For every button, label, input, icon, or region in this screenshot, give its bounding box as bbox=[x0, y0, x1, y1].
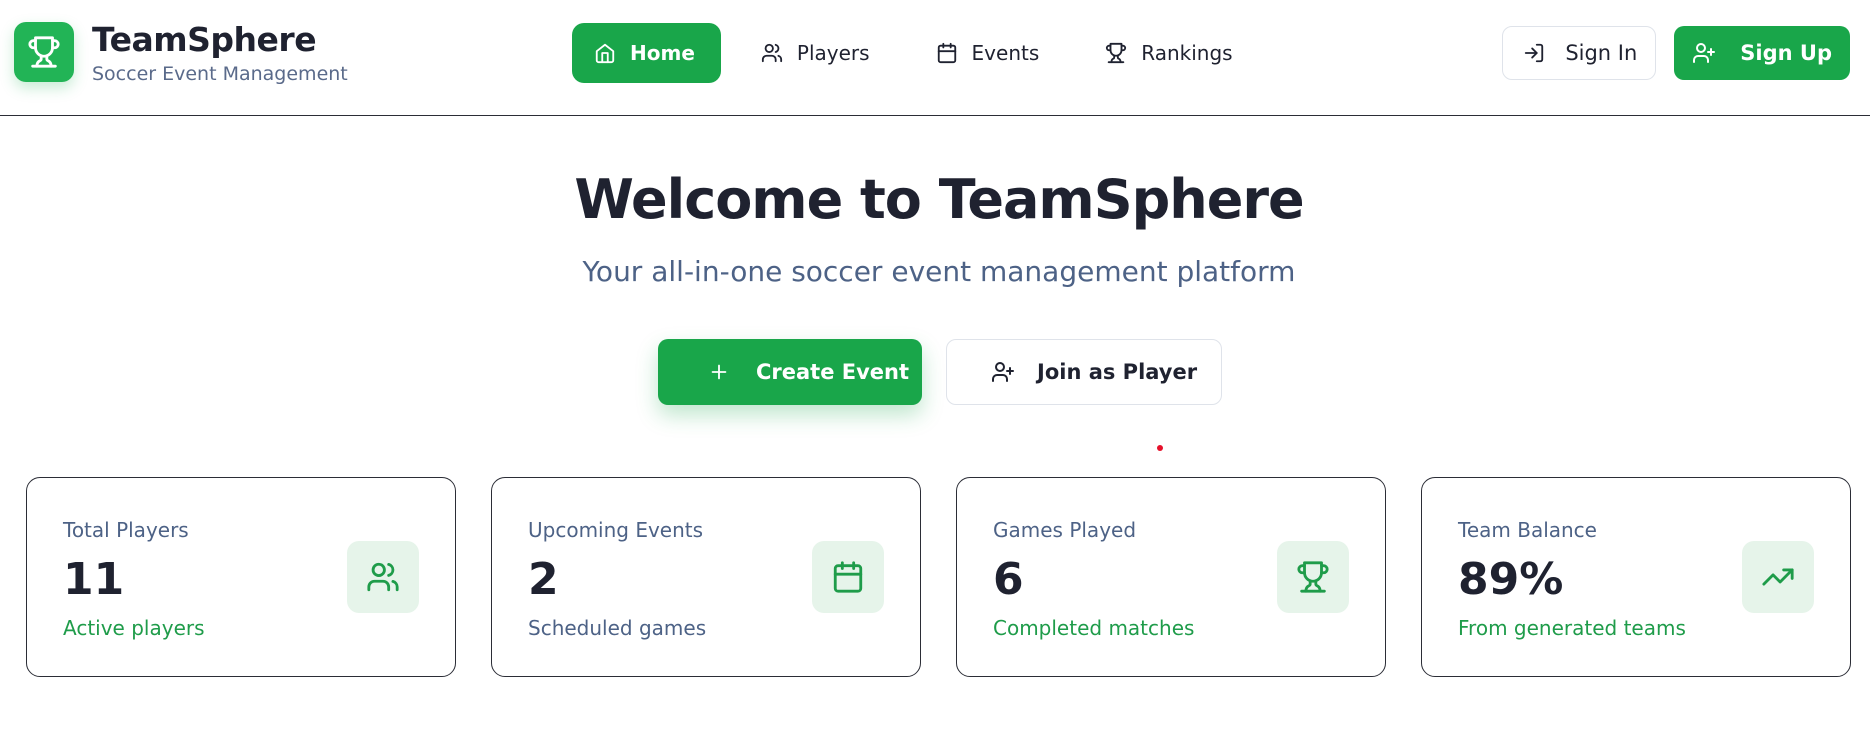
users-icon bbox=[347, 541, 419, 613]
create-event-label: Create Event bbox=[756, 360, 910, 384]
stat-label: Upcoming Events bbox=[528, 518, 704, 542]
users-icon bbox=[761, 43, 782, 63]
nav-item-home[interactable]: Home bbox=[572, 23, 721, 83]
join-as-player-button[interactable]: Join as Player bbox=[946, 339, 1222, 405]
stat-label: Team Balance bbox=[1458, 518, 1597, 542]
trophy-icon bbox=[1106, 42, 1127, 64]
stat-note: Scheduled games bbox=[528, 616, 707, 640]
nav-item-players[interactable]: Players bbox=[739, 23, 896, 83]
sign-in-button[interactable]: Sign In bbox=[1502, 26, 1657, 80]
user-plus-icon bbox=[1693, 43, 1716, 63]
plus-icon bbox=[711, 364, 727, 380]
log-in-icon bbox=[1525, 43, 1544, 63]
stat-card-team-balance: Team Balance 89% From generated teams bbox=[1421, 477, 1851, 677]
nav-item-label: Home bbox=[630, 41, 695, 65]
stat-value: 89% bbox=[1458, 554, 1564, 605]
calendar-icon bbox=[812, 541, 884, 613]
stat-label: Games Played bbox=[993, 518, 1137, 542]
join-as-player-label: Join as Player bbox=[1037, 360, 1198, 384]
page-subtitle: Your all-in-one soccer event management … bbox=[582, 255, 1296, 288]
stat-value: 6 bbox=[993, 554, 1024, 605]
calendar-icon bbox=[937, 42, 956, 64]
nav-item-label: Players bbox=[796, 41, 870, 65]
stat-label: Total Players bbox=[63, 518, 189, 542]
cursor-dot bbox=[1157, 445, 1163, 451]
stat-card-total-players: Total Players 11 Active players bbox=[26, 477, 456, 677]
stat-note: Active players bbox=[63, 616, 205, 640]
home-icon bbox=[595, 43, 615, 64]
main-nav: Home Players Events Rankings bbox=[572, 23, 1277, 83]
stat-value: 2 bbox=[528, 554, 559, 605]
trophy-icon bbox=[1277, 541, 1349, 613]
nav-item-label: Rankings bbox=[1141, 41, 1233, 65]
page-title: Welcome to TeamSphere bbox=[574, 168, 1304, 231]
user-plus-icon bbox=[992, 362, 1014, 382]
nav-item-label: Events bbox=[971, 41, 1040, 65]
nav-item-events[interactable]: Events bbox=[914, 23, 1066, 83]
brand-tagline: Soccer Event Management bbox=[92, 63, 348, 85]
trending-up-icon bbox=[1742, 541, 1814, 613]
hero-actions: Create Event Join as Player bbox=[658, 339, 1222, 405]
create-event-button[interactable]: Create Event bbox=[658, 339, 922, 405]
brand-name: TeamSphere bbox=[92, 20, 317, 59]
stat-value: 11 bbox=[63, 554, 125, 605]
stats-grid: Total Players 11 Active players Upcoming… bbox=[26, 477, 1851, 677]
sign-up-label: Sign Up bbox=[1740, 41, 1832, 65]
stat-card-games-played: Games Played 6 Completed matches bbox=[956, 477, 1386, 677]
stat-note: From generated teams bbox=[1458, 616, 1686, 640]
auth-actions: Sign In Sign Up bbox=[1502, 26, 1850, 80]
nav-item-rankings[interactable]: Rankings bbox=[1083, 23, 1258, 83]
sign-in-label: Sign In bbox=[1565, 41, 1638, 65]
sign-up-button[interactable]: Sign Up bbox=[1674, 26, 1850, 80]
stat-card-upcoming-events: Upcoming Events 2 Scheduled games bbox=[491, 477, 921, 677]
stat-note: Completed matches bbox=[993, 616, 1195, 640]
brand[interactable]: TeamSphere Soccer Event Management bbox=[14, 20, 348, 86]
trophy-icon bbox=[14, 22, 74, 82]
top-header: TeamSphere Soccer Event Management Home … bbox=[0, 0, 1870, 116]
